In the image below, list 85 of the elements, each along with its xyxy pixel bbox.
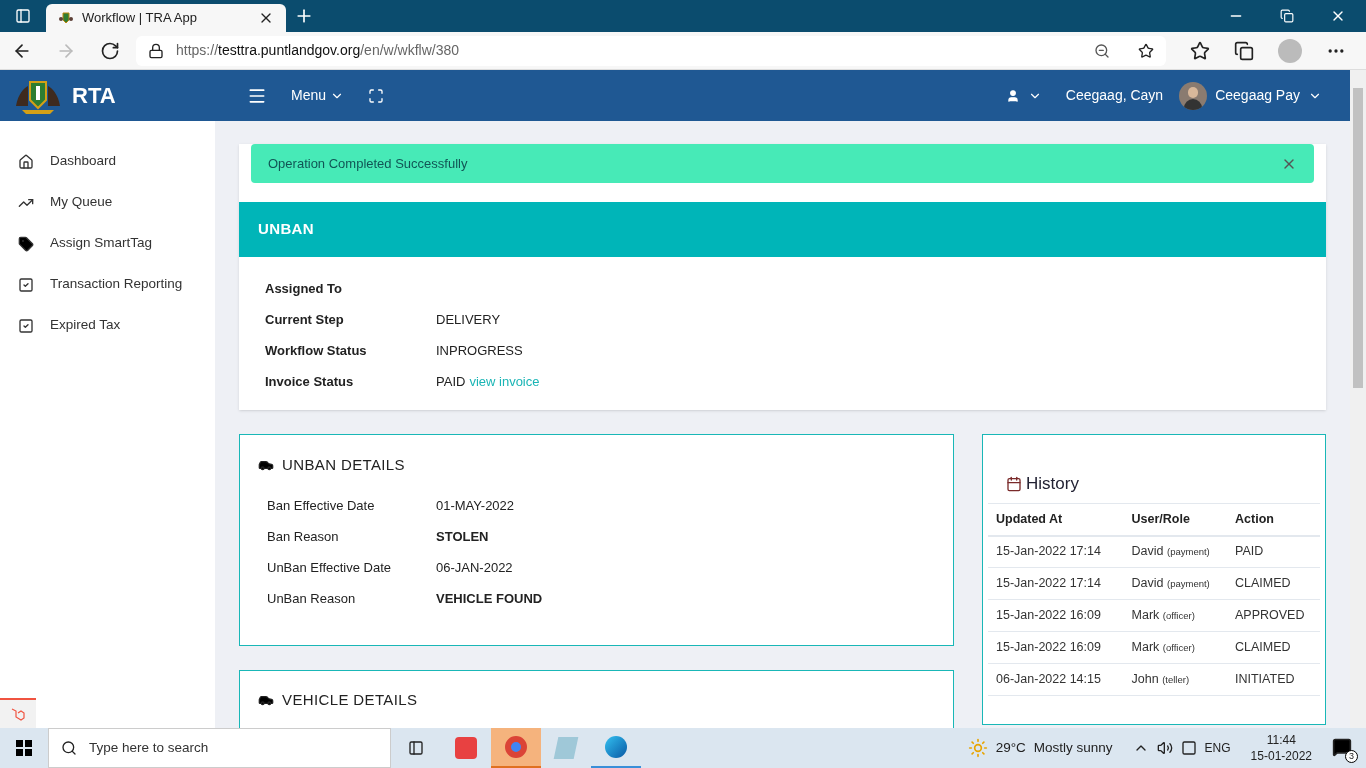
field-label: Assigned To xyxy=(265,280,344,299)
field-value: DELIVERY xyxy=(436,311,501,330)
detail-label: Ban Reason xyxy=(267,527,340,546)
tag-icon xyxy=(18,235,34,252)
address-field[interactable]: https://testtra.puntlandgov.org/en/w/wkflw/380 xyxy=(136,35,1166,66)
field-value: PAID xyxy=(436,373,466,392)
table-cell: John (teller) xyxy=(1123,663,1227,696)
history-title: History xyxy=(1026,473,1079,495)
detail-value: STOLEN xyxy=(436,527,489,546)
zoom-out-icon[interactable] xyxy=(1094,42,1110,59)
crest-icon xyxy=(58,10,74,26)
user-name: Ceegaag, Cayn xyxy=(1065,86,1164,105)
notification-count: 3 xyxy=(1345,750,1358,763)
browser-icon[interactable] xyxy=(505,736,527,758)
account-dropdown[interactable]: Ceegaag Pay xyxy=(1215,85,1322,106)
table-cell: David (payment) xyxy=(1123,567,1227,600)
collections-icon[interactable] xyxy=(1234,40,1254,61)
field-label: Workflow Status xyxy=(265,342,368,361)
field-label: Current Step xyxy=(265,311,345,330)
table-cell: 15-Jan-2022 17:14 xyxy=(988,567,1124,600)
temperature: 29°C xyxy=(995,738,1026,757)
windows-icon[interactable] xyxy=(16,740,32,756)
detail-value: 01-MAY-2022 xyxy=(436,496,515,515)
card-title: UNBAN DETAILS xyxy=(282,455,405,475)
task-view-icon[interactable] xyxy=(408,740,424,756)
table-cell: Mark (officer) xyxy=(1123,631,1227,664)
notifications-icon[interactable] xyxy=(1332,737,1352,757)
field-label: Invoice Status xyxy=(265,373,355,392)
user-icon xyxy=(1005,88,1020,103)
table-cell: CLAIMED xyxy=(1227,567,1320,600)
checkbox-icon xyxy=(18,317,34,334)
volume-icon[interactable] xyxy=(1156,740,1173,756)
detail-value: 06-JAN-2022 xyxy=(436,558,513,577)
sidebar-item[interactable]: Assign SmartTag xyxy=(0,223,215,264)
clock-time[interactable]: 11:44 xyxy=(1266,732,1296,748)
edge-icon[interactable] xyxy=(605,736,627,758)
add-favorite-icon[interactable] xyxy=(1138,42,1154,59)
table-cell: 15-Jan-2022 17:14 xyxy=(988,535,1124,568)
detail-label: UnBan Reason xyxy=(267,589,357,608)
column-header: Updated At xyxy=(988,503,1124,536)
workflow-header: UNBAN xyxy=(239,202,1326,257)
column-header: User/Role xyxy=(1123,503,1227,536)
checkbox-icon xyxy=(18,276,34,293)
success-alert: Operation Completed Successfully xyxy=(251,144,1314,183)
avatar[interactable] xyxy=(1179,81,1208,110)
sidebar-item[interactable]: Dashboard xyxy=(0,141,215,182)
tab-actions-icon[interactable] xyxy=(15,8,31,24)
weather-text: Mostly sunny xyxy=(1033,738,1113,757)
framework-badge[interactable] xyxy=(0,698,36,728)
url-text: https://testtra.puntlandgov.org/en/w/wkflw/380 xyxy=(176,41,461,60)
column-header: Action xyxy=(1227,503,1320,536)
lock-icon xyxy=(148,42,164,59)
sidebar-item[interactable]: My Queue xyxy=(0,182,215,223)
user-dropdown[interactable] xyxy=(1005,88,1042,103)
table-cell: Mark (officer) xyxy=(1123,599,1227,632)
sidebar-item[interactable]: Transaction Reporting xyxy=(0,264,215,305)
taskbar-search-field[interactable]: Type here to search xyxy=(48,728,391,768)
favorites-icon[interactable] xyxy=(1190,40,1210,61)
detail-label: Ban Effective Date xyxy=(267,496,376,515)
table-cell: 15-Jan-2022 16:09 xyxy=(988,631,1124,664)
reload-icon[interactable] xyxy=(100,40,120,61)
table-cell: APPROVED xyxy=(1227,599,1320,632)
table-cell: INITIATED xyxy=(1227,663,1320,696)
table-cell: CLAIMED xyxy=(1227,631,1320,664)
table-cell: 15-Jan-2022 16:09 xyxy=(988,599,1124,632)
detail-label: UnBan Effective Date xyxy=(267,558,393,577)
card-title: VEHICLE DETAILS xyxy=(282,690,418,710)
scrollbar[interactable] xyxy=(1350,70,1366,728)
detail-value: VEHICLE FOUND xyxy=(436,589,543,608)
menu-dropdown[interactable]: Menu xyxy=(291,85,345,106)
tab-title: Workflow | TRA App xyxy=(82,9,198,28)
sidebar-item[interactable]: Expired Tax xyxy=(0,305,215,346)
calendar-icon xyxy=(1006,475,1022,492)
table-cell: David (payment) xyxy=(1123,535,1227,568)
home-icon xyxy=(18,153,34,170)
fullscreen-icon[interactable] xyxy=(368,87,385,104)
clock-date[interactable]: 15-01-2022 xyxy=(1250,748,1312,764)
restore-icon[interactable] xyxy=(1280,9,1294,23)
browser-tab[interactable]: Workflow | TRA App xyxy=(46,4,286,32)
language[interactable]: ENG xyxy=(1204,739,1231,757)
search-icon xyxy=(61,740,77,756)
table-cell: 06-Jan-2022 14:15 xyxy=(988,663,1124,696)
brand-name: RTA xyxy=(72,82,116,110)
field-value: INPROGRESS xyxy=(436,342,523,361)
table-cell: PAID xyxy=(1227,535,1320,568)
